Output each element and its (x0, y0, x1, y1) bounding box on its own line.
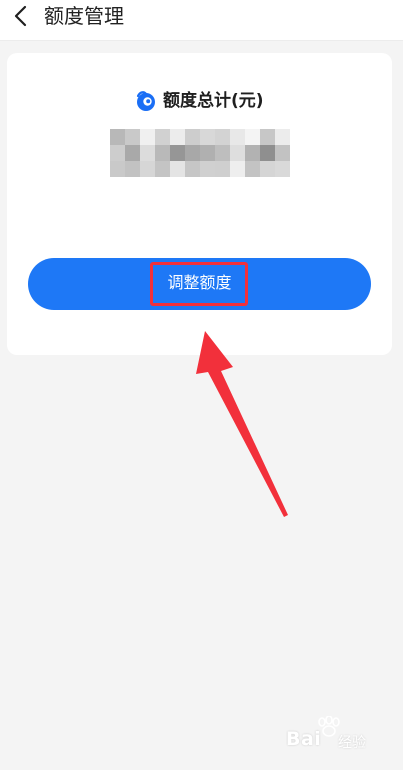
page-title: 额度管理 (44, 4, 124, 28)
mosaic-cell (200, 145, 215, 161)
mosaic-cell (260, 145, 275, 161)
masked-amount (110, 129, 290, 177)
mosaic-cell (215, 145, 230, 161)
mosaic-cell (125, 145, 140, 161)
annotation-highlight-box (150, 262, 248, 306)
mosaic-cell (155, 161, 170, 177)
mosaic-cell (155, 145, 170, 161)
annotation-arrow (196, 331, 288, 517)
mosaic-cell (275, 145, 290, 161)
quota-total-label: 额度总计(元) (163, 91, 264, 111)
mosaic-cell (140, 145, 155, 161)
watermark-text: Bai (286, 728, 322, 750)
watermark: Bai 经验 (286, 716, 386, 756)
mosaic-cell (215, 129, 230, 145)
mosaic-cell (215, 161, 230, 177)
mosaic-cell (110, 129, 125, 145)
quota-label-row: 额度总计(元) (135, 89, 264, 113)
quota-card: 额度总计(元) 调整额度 (7, 53, 392, 355)
mosaic-cell (125, 161, 140, 177)
mosaic-cell (170, 129, 185, 145)
mosaic-cell (185, 161, 200, 177)
mosaic-cell (230, 145, 245, 161)
mosaic-cell (110, 145, 125, 161)
mosaic-cell (170, 145, 185, 161)
mosaic-cell (245, 145, 260, 161)
mosaic-cell (110, 161, 125, 177)
mosaic-cell (275, 129, 290, 145)
mosaic-cell (170, 161, 185, 177)
mosaic-cell (200, 129, 215, 145)
watermark-sub: 经验 (338, 735, 366, 751)
mosaic-cell (185, 145, 200, 161)
mosaic-cell (140, 161, 155, 177)
mosaic-cell (140, 129, 155, 145)
mosaic-cell (245, 129, 260, 145)
mosaic-cell (260, 161, 275, 177)
mosaic-cell (230, 161, 245, 177)
mosaic-cell (245, 161, 260, 177)
brand-logo-icon (136, 91, 155, 111)
mosaic-cell (185, 129, 200, 145)
mosaic-cell (260, 129, 275, 145)
top-bar: 额度管理 (0, 0, 403, 41)
mosaic-cell (155, 129, 170, 145)
mosaic-cell (200, 161, 215, 177)
mosaic-cell (125, 129, 140, 145)
chevron-left-icon[interactable] (10, 4, 34, 28)
mosaic-cell (275, 161, 290, 177)
mosaic-cell (230, 129, 245, 145)
